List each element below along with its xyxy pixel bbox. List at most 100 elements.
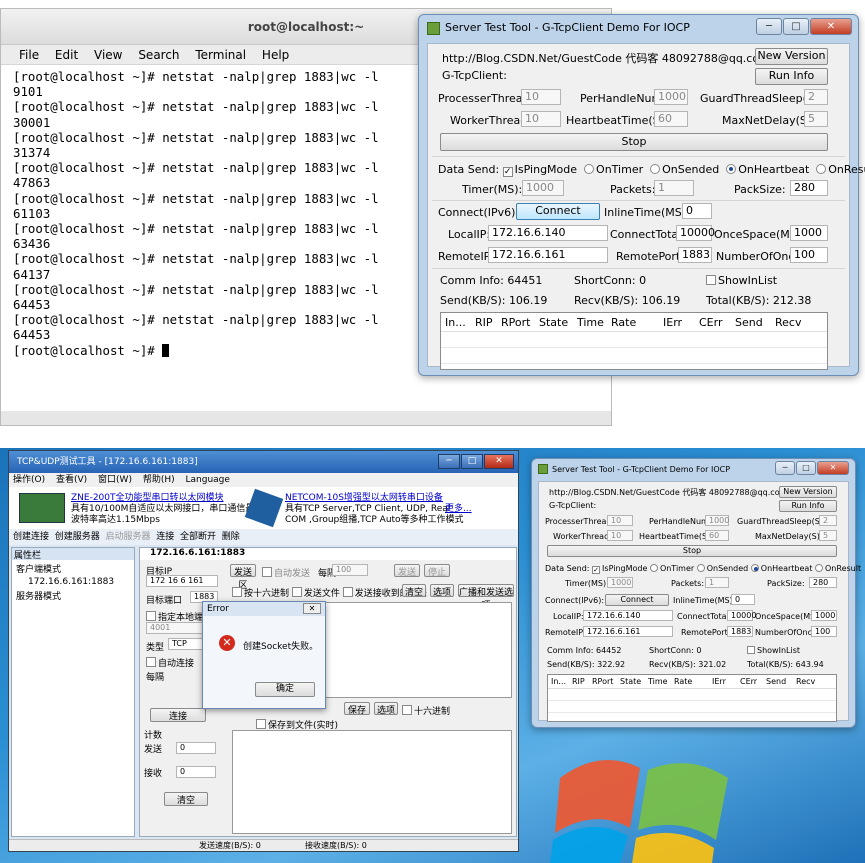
menu-window[interactable]: 窗口(W) bbox=[98, 475, 132, 485]
menu-edit[interactable]: Edit bbox=[55, 48, 78, 62]
tree-client-mode[interactable]: 客户端模式 bbox=[12, 562, 134, 575]
onsended-radio[interactable] bbox=[696, 564, 705, 572]
ontimer-radio[interactable] bbox=[649, 564, 658, 572]
menu-help[interactable]: Help bbox=[262, 48, 289, 62]
col-rport[interactable]: RPort bbox=[501, 316, 530, 329]
delete-button[interactable]: 删除 bbox=[222, 532, 240, 542]
maximize-icon[interactable]: □ bbox=[461, 454, 483, 469]
minimize-icon[interactable]: ─ bbox=[438, 454, 460, 469]
run-info-button[interactable]: Run Info bbox=[755, 68, 828, 85]
connect-button[interactable]: Connect bbox=[516, 203, 600, 220]
showinlist-checkbox[interactable] bbox=[706, 275, 716, 285]
remoteport-field[interactable]: 1883 bbox=[727, 626, 753, 637]
send-button[interactable]: 发送 bbox=[394, 564, 420, 578]
remoteip-field[interactable]: 172.16.6.161 bbox=[488, 247, 608, 263]
new-version-button[interactable]: New Version bbox=[755, 48, 828, 65]
menu-language[interactable]: Language bbox=[186, 475, 230, 485]
maximize-icon[interactable]: □ bbox=[796, 461, 816, 475]
conntotal-field[interactable]: 10000 bbox=[727, 610, 756, 621]
onsended-radio[interactable] bbox=[650, 164, 661, 174]
remoteport-field[interactable]: 1883 bbox=[678, 247, 712, 263]
packets-field[interactable]: 1 bbox=[705, 577, 729, 588]
handle-field[interactable]: 1000 bbox=[705, 515, 729, 526]
terminal-scrollbar[interactable] bbox=[1, 411, 611, 425]
maximize-icon[interactable]: □ bbox=[783, 18, 809, 35]
sendfile-checkbox[interactable] bbox=[291, 587, 302, 597]
col-time[interactable]: Time bbox=[648, 677, 668, 686]
connect-button-cn[interactable]: 连接 bbox=[150, 708, 206, 722]
bind-port-checkbox[interactable] bbox=[146, 611, 156, 621]
minimize-icon[interactable]: ─ bbox=[756, 18, 782, 35]
disconnect-all-button[interactable]: 全部断开 bbox=[180, 532, 216, 542]
col-cerr[interactable]: CErr bbox=[699, 316, 722, 329]
worker-field[interactable]: 10 bbox=[521, 111, 561, 127]
handle-field[interactable]: 1000 bbox=[654, 89, 688, 105]
connection-list[interactable]: In... RIP RPort State Time Rate IErr CEr… bbox=[440, 312, 828, 370]
localip-field[interactable]: 172.16.6.140 bbox=[488, 225, 608, 241]
menu-file[interactable]: File bbox=[19, 48, 39, 62]
onheartbeat-radio[interactable] bbox=[750, 564, 759, 572]
numonce-field[interactable]: 100 bbox=[790, 247, 828, 263]
col-rip[interactable]: RIP bbox=[475, 316, 493, 329]
numonce-field[interactable]: 100 bbox=[811, 626, 837, 637]
options2-button[interactable]: 选项 bbox=[374, 702, 398, 716]
col-cerr[interactable]: CErr bbox=[740, 677, 757, 686]
run-info-button[interactable]: Run Info bbox=[779, 500, 837, 512]
menu-view[interactable]: 查看(V) bbox=[56, 475, 87, 485]
create-connection-button[interactable]: 创建连接 bbox=[13, 532, 49, 542]
packsize-field[interactable]: 280 bbox=[790, 180, 828, 196]
packets-field[interactable]: 1 bbox=[654, 180, 694, 196]
minimize-icon[interactable]: ─ bbox=[775, 461, 795, 475]
close-icon[interactable]: ✕ bbox=[303, 603, 321, 614]
tree-server-mode[interactable]: 服务器模式 bbox=[12, 589, 134, 602]
close-icon[interactable]: ✕ bbox=[810, 18, 852, 35]
col-send[interactable]: Send bbox=[766, 677, 786, 686]
ispingmode-checkbox[interactable]: ✓ bbox=[592, 566, 601, 574]
send-area-button[interactable]: 发送区 bbox=[230, 564, 256, 591]
conntotal-field[interactable]: 10000 bbox=[676, 225, 715, 241]
col-time[interactable]: Time bbox=[577, 316, 604, 329]
connection-list[interactable]: In... RIP RPort State Time Rate IErr CEr… bbox=[547, 674, 837, 722]
processer-field[interactable]: 10 bbox=[521, 89, 561, 105]
col-send[interactable]: Send bbox=[735, 316, 763, 329]
target-ip-field[interactable]: 172 16 6 161 bbox=[146, 575, 218, 587]
autosend-checkbox[interactable] bbox=[262, 567, 272, 577]
start-server-button[interactable]: 启动服务器 bbox=[106, 532, 151, 542]
hex2-checkbox[interactable] bbox=[402, 705, 412, 715]
options-button[interactable]: 选项 bbox=[430, 584, 454, 598]
ontimer-radio[interactable] bbox=[584, 164, 595, 174]
save-button[interactable]: 保存 bbox=[344, 702, 370, 716]
guard-field[interactable]: 2 bbox=[819, 515, 837, 526]
close-icon[interactable]: ✕ bbox=[817, 461, 849, 475]
close-icon[interactable]: ✕ bbox=[484, 454, 514, 469]
col-recv[interactable]: Recv bbox=[796, 677, 815, 686]
localip-field[interactable]: 172.16.6.140 bbox=[583, 610, 673, 621]
onresult-radio[interactable] bbox=[816, 164, 827, 174]
col-rport[interactable]: RPort bbox=[592, 677, 613, 686]
stop-button[interactable]: Stop bbox=[547, 545, 837, 557]
packsize-field[interactable]: 280 bbox=[809, 577, 837, 588]
menu-terminal[interactable]: Terminal bbox=[195, 48, 246, 62]
connect-button[interactable]: Connect bbox=[605, 594, 669, 606]
stop-button[interactable]: Stop bbox=[440, 133, 828, 151]
interval-field[interactable]: 100 bbox=[332, 564, 368, 576]
col-ierr[interactable]: IErr bbox=[663, 316, 682, 329]
ok-button[interactable]: 确定 bbox=[255, 682, 315, 697]
menu-operate[interactable]: 操作(O) bbox=[13, 475, 45, 485]
col-ierr[interactable]: IErr bbox=[712, 677, 726, 686]
heartbeat-field[interactable]: 60 bbox=[654, 111, 688, 127]
col-rate[interactable]: Rate bbox=[674, 677, 692, 686]
stop-button-cn[interactable]: 停止 bbox=[424, 564, 450, 578]
sendreceived-checkbox[interactable] bbox=[342, 587, 353, 597]
menu-search[interactable]: Search bbox=[138, 48, 179, 62]
auto-connect-checkbox[interactable] bbox=[146, 657, 156, 667]
col-state[interactable]: State bbox=[539, 316, 568, 329]
inline-field[interactable]: 0 bbox=[682, 203, 712, 219]
ispingmode-checkbox[interactable]: ✓ bbox=[502, 167, 513, 177]
col-rate[interactable]: Rate bbox=[611, 316, 636, 329]
guard-field[interactable]: 2 bbox=[804, 89, 828, 105]
hex-checkbox[interactable] bbox=[232, 587, 242, 597]
broadcast-button[interactable]: 广播和发送选项 bbox=[458, 584, 514, 611]
maxdelay-field[interactable]: 5 bbox=[804, 111, 828, 127]
maxdelay-field[interactable]: 5 bbox=[819, 530, 837, 541]
